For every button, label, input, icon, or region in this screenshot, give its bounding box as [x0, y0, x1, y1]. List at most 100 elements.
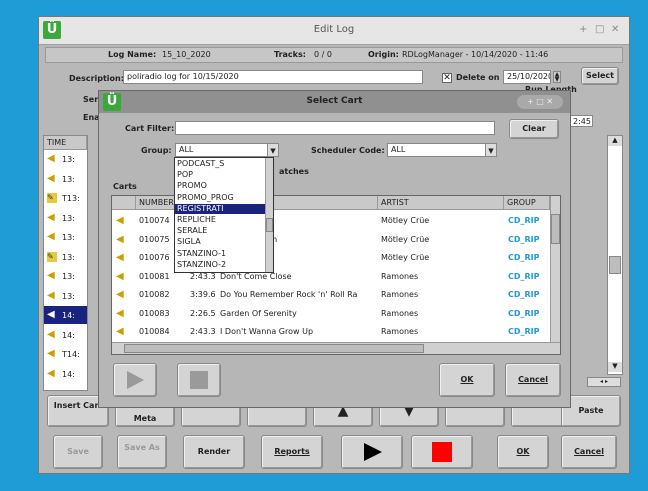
dialog-ok-button[interactable]: OK — [439, 363, 495, 397]
log-row[interactable]: ◀ 13: — [44, 209, 87, 227]
cart-filter-input[interactable] — [175, 121, 495, 135]
log-row[interactable]: ◀ 14: — [44, 306, 87, 324]
speaker-icon: ◀ — [47, 328, 55, 340]
cart-title: I Don't Wanna Grow Up — [220, 327, 314, 336]
log-scroll-thumb[interactable] — [609, 256, 621, 274]
log-list-time-header[interactable]: TIME — [44, 136, 87, 150]
cart-length: 2:43.3 — [190, 327, 216, 336]
cart-number: 010084 — [139, 327, 170, 336]
ok-button[interactable]: OK — [497, 435, 549, 469]
log-row[interactable]: ◀ 13: — [44, 150, 87, 168]
group-option[interactable]: STANZINO-2 — [175, 260, 265, 271]
log-row[interactable]: ◀ 13: — [44, 287, 87, 305]
log-info-bar: Log Name: 15_10_2020 Tracks: 0 / 0 Origi… — [45, 47, 623, 63]
scroll-down-icon[interactable]: ▼ — [608, 362, 622, 372]
log-row[interactable]: ✎ 13: — [44, 248, 87, 266]
save-as-button[interactable]: Save As — [117, 435, 167, 469]
scheduler-chevron-down-icon[interactable]: ▼ — [485, 143, 497, 157]
speaker-icon: ◀ — [116, 270, 124, 282]
reports-button[interactable]: Reports — [261, 435, 323, 469]
log-row-time: 13: — [62, 213, 75, 223]
group-option[interactable]: REPLICHE — [175, 215, 265, 226]
play-icon — [364, 443, 382, 461]
col-icon-header[interactable] — [112, 196, 136, 210]
dialog-cancel-button[interactable]: Cancel — [505, 363, 561, 397]
cart-artist: Mötley Crüe — [381, 216, 430, 225]
render-button[interactable]: Render — [183, 435, 245, 469]
log-row[interactable]: ✎ T13: — [44, 189, 87, 207]
titlebar: Ü Edit Log + □ ✕ — [39, 17, 629, 45]
speaker-icon: ◀ — [116, 215, 124, 226]
restore-icon[interactable]: □ — [595, 24, 604, 35]
dialog-play-button[interactable] — [113, 363, 157, 397]
carts-vscrollbar[interactable] — [550, 196, 560, 342]
log-row-time: 14: — [62, 369, 75, 379]
log-list[interactable]: TIME ◀ 13: ◀ 13: ✎ T13: ◀ 13: ◀ 13: ✎ 13: ◀ 13: ◀ 13: ◀ 1… — [43, 135, 88, 391]
cart-title: Do You Remember Rock 'n' Roll Ra — [220, 290, 358, 299]
scheduler-code-select[interactable]: ALL — [387, 143, 495, 157]
log-row[interactable]: ◀ 13: — [44, 267, 87, 285]
save-button[interactable]: Save — [53, 435, 103, 469]
play-button[interactable] — [341, 435, 403, 469]
group-label: Group: — [141, 146, 172, 155]
group-option[interactable]: STANZINO-1 — [175, 249, 265, 260]
log-row-time: 13: — [62, 233, 75, 242]
group-option[interactable]: SERALE — [175, 226, 265, 237]
cart-artist: Ramones — [381, 271, 419, 281]
dialog-stop-button[interactable] — [177, 363, 221, 397]
group-option[interactable]: REGISTRATI — [175, 203, 265, 215]
dropdown-scrollbar[interactable] — [265, 158, 273, 272]
log-row[interactable]: ◀ 13: — [44, 170, 87, 188]
cart-filter-label: Cart Filter: — [125, 124, 175, 133]
description-label: Description: — [69, 74, 124, 83]
date-spin-button[interactable]: ▲ ▼ — [553, 71, 561, 83]
log-row-time: 13: — [62, 155, 75, 164]
scroll-up-icon[interactable]: ▲ — [608, 136, 622, 146]
stop-icon — [432, 442, 452, 462]
log-row[interactable]: ◀ T14: — [44, 345, 87, 363]
group-chevron-down-icon[interactable]: ▼ — [267, 143, 279, 157]
group-dropdown-list[interactable]: PODCAST_S POP PROMO PROMO_PROG REGISTRATI REP… — [174, 157, 274, 273]
delete-date-input[interactable]: 25/10/2020 — [503, 70, 551, 84]
log-row-time: 13: — [62, 272, 75, 281]
service-label: Ser — [83, 95, 99, 104]
group-option[interactable]: SIGLA — [175, 237, 265, 248]
carts-vscroll-thumb[interactable] — [551, 214, 560, 244]
hscroll-arrows[interactable]: ◂ ▸ — [587, 377, 621, 387]
log-list-scrollbar[interactable]: ▲ ▼ — [607, 135, 623, 375]
group-select[interactable]: ALL — [175, 143, 275, 157]
cart-title: Garden Of Serenity — [220, 308, 297, 318]
group-option[interactable]: PODCAST_S — [175, 159, 265, 170]
close-icon[interactable]: ✕ — [611, 24, 619, 35]
speaker-icon: ◀ — [116, 307, 124, 319]
tracks-value: 0 / 0 — [314, 50, 332, 59]
dropdown-scroll-thumb[interactable] — [266, 218, 273, 232]
log-row-time: T13: — [62, 194, 80, 203]
clear-button[interactable]: Clear — [509, 119, 559, 139]
group-option[interactable]: PROMO_PROG — [175, 193, 265, 204]
group-option[interactable]: PROMO — [175, 181, 265, 192]
select-button[interactable]: Select — [581, 67, 619, 85]
delete-on-checkbox[interactable]: ✕ — [442, 73, 452, 83]
col-group-header[interactable]: GROUP — [504, 196, 550, 210]
cart-row[interactable]: ◀ 010083 2:26.5 Garden Of Serenity Ramones CD… — [112, 304, 550, 324]
log-row[interactable]: ◀ 14: — [44, 326, 87, 344]
stop-button[interactable] — [411, 435, 473, 469]
tracks-label: Tracks: — [274, 50, 306, 59]
group-option[interactable]: POP — [175, 170, 265, 181]
cart-group: CD_RIP — [508, 308, 540, 318]
log-row[interactable]: ◀ 13: — [44, 228, 87, 246]
cart-row[interactable]: ◀ 010082 3:39.6 Do You Remember Rock 'n' Ro… — [112, 285, 550, 305]
dialog-window-controls[interactable]: + □ ✕ — [517, 95, 563, 109]
speaker-icon: ◀ — [47, 231, 55, 242]
col-artist-header[interactable]: ARTIST — [378, 196, 504, 210]
carts-hscrollbar[interactable] — [112, 342, 560, 354]
log-name-label: Log Name: — [108, 50, 157, 59]
carts-hscroll-thumb[interactable] — [124, 344, 424, 353]
cancel-button[interactable]: Cancel — [561, 435, 617, 469]
log-row[interactable]: ◀ 14: — [44, 365, 87, 383]
maximize-icon[interactable]: + — [579, 24, 587, 35]
carts-label: Carts — [113, 182, 137, 191]
description-input[interactable]: poliradio log for 10/15/2020 — [123, 70, 423, 84]
cart-row[interactable]: ◀ 010084 2:43.3 I Don't Wanna Grow Up Ramone… — [112, 322, 550, 342]
